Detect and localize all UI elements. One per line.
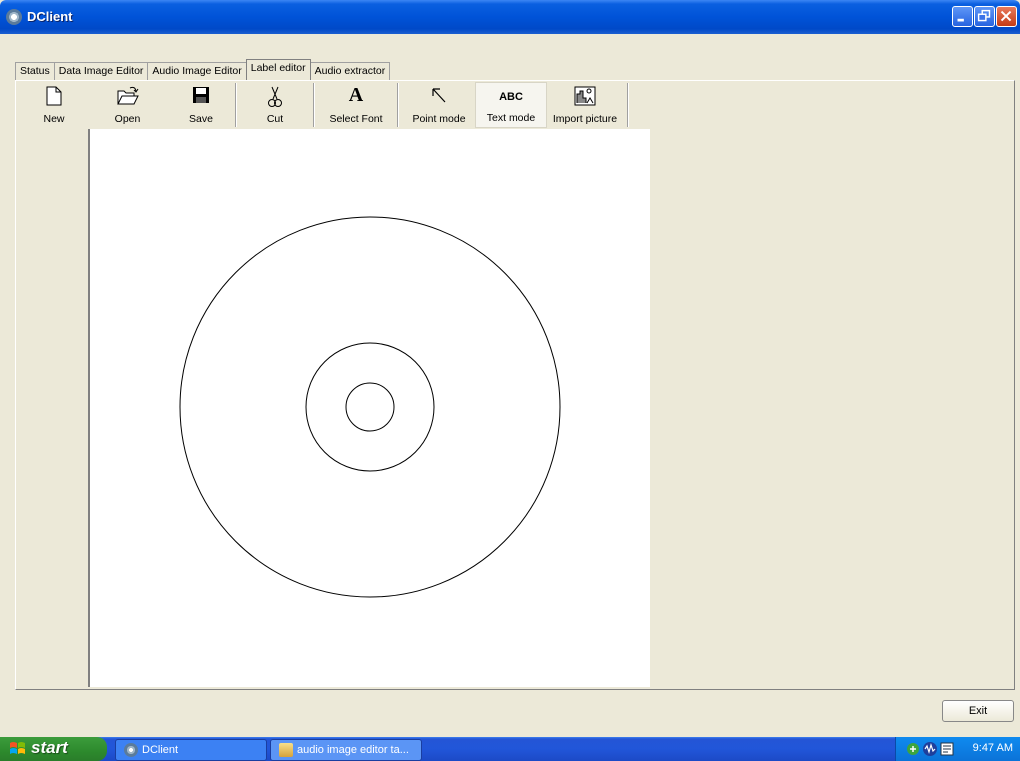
floppy-disk-icon (193, 87, 209, 103)
paint-icon (279, 743, 293, 757)
cut-label: Cut (266, 113, 284, 125)
select-font-label: Select Font (329, 113, 383, 125)
open-label: Open (114, 113, 141, 125)
restore-button[interactable] (974, 6, 995, 27)
minimize-button[interactable] (952, 6, 973, 27)
toolbar: New Open Save Cut A Select Font Point mo… (24, 82, 633, 129)
new-label: New (43, 113, 65, 125)
toolbar-separator (235, 83, 237, 127)
new-document-icon (46, 86, 62, 106)
title-bar: DClient (0, 0, 1020, 34)
toolbar-separator (397, 83, 399, 127)
tab-status[interactable]: Status (15, 62, 55, 80)
tab-audio-image-editor[interactable]: Audio Image Editor (147, 62, 247, 80)
exit-button[interactable]: Exit (942, 700, 1014, 722)
tab-strip: Status Data Image Editor Audio Image Edi… (15, 59, 391, 81)
point-mode-button[interactable]: Point mode (403, 82, 475, 128)
open-folder-icon (116, 86, 139, 105)
toolbar-separator (627, 83, 629, 127)
taskbar-item-label: DClient (142, 744, 179, 756)
point-mode-label: Point mode (412, 113, 466, 125)
font-icon: A (348, 84, 364, 106)
save-label: Save (189, 113, 213, 125)
display-icon[interactable] (940, 742, 954, 756)
select-font-button[interactable]: A Select Font (319, 82, 393, 128)
cd-label-outline (179, 216, 561, 598)
minimize-icon (957, 18, 964, 22)
tab-data-image-editor[interactable]: Data Image Editor (53, 62, 149, 80)
system-tray: 9:47 AM (895, 737, 1020, 761)
taskbar: start DClient audio image editor ta... 9… (0, 737, 1020, 761)
pointer-arrow-icon (432, 88, 446, 103)
windows-logo-icon (10, 742, 25, 754)
app-icon[interactable] (6, 9, 22, 25)
close-button[interactable] (996, 6, 1017, 27)
label-canvas[interactable] (88, 129, 650, 687)
open-button[interactable]: Open (84, 82, 171, 128)
picture-icon (574, 86, 596, 106)
start-button[interactable]: start (0, 737, 107, 761)
import-picture-button[interactable]: Import picture (547, 82, 623, 128)
tab-audio-extractor[interactable]: Audio extractor (309, 62, 391, 80)
cut-button[interactable]: Cut (241, 82, 309, 128)
network-icon[interactable] (906, 742, 920, 756)
text-abc-icon: ABC (499, 91, 523, 103)
close-icon (1000, 10, 1012, 22)
start-label: start (31, 738, 68, 757)
save-button[interactable]: Save (171, 82, 231, 128)
text-mode-label: Text mode (486, 112, 536, 124)
import-picture-label: Import picture (552, 113, 618, 125)
taskbar-item-audio-image-editor[interactable]: audio image editor ta... (270, 739, 422, 761)
new-button[interactable]: New (24, 82, 84, 128)
text-mode-button[interactable]: ABC Text mode (475, 82, 547, 128)
window-title: DClient (27, 9, 73, 24)
tab-label-editor[interactable]: Label editor (245, 59, 311, 81)
scissors-icon (268, 86, 282, 107)
restore-icon (977, 9, 991, 22)
taskbar-item-label: audio image editor ta... (297, 744, 409, 756)
toolbar-separator (313, 83, 315, 127)
clock: 9:47 AM (972, 742, 1013, 754)
taskbar-item-dclient[interactable]: DClient (115, 739, 267, 761)
app-icon (124, 743, 138, 757)
sound-wave-icon[interactable] (922, 741, 938, 757)
